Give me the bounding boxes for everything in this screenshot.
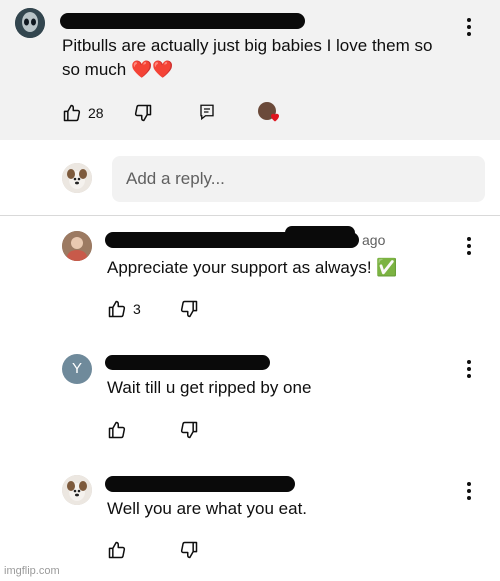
- reply-timestamp: ago: [362, 232, 386, 248]
- watermark: imgflip.com: [4, 565, 60, 577]
- like-count: 3: [133, 301, 141, 317]
- reply-text: Wait till u get ripped by one: [107, 378, 312, 397]
- reply-text: Appreciate your support as always! ✅: [107, 258, 398, 277]
- commenter-avatar-alien[interactable]: [15, 8, 45, 38]
- like-button[interactable]: 28: [62, 103, 104, 123]
- dislike-button[interactable]: [133, 103, 153, 123]
- comment-menu-button[interactable]: [466, 18, 472, 36]
- thumbs-up-icon: [108, 300, 126, 318]
- avatar-letter: Y: [71, 360, 82, 377]
- heart-icon: [271, 113, 279, 122]
- reply-avatar[interactable]: [62, 231, 92, 261]
- comment-text: Pitbulls are actually just big babies I …: [62, 36, 433, 79]
- redacted-username: [105, 476, 295, 492]
- dog-avatar-icon: [62, 475, 92, 505]
- thumbs-down-icon: [134, 104, 152, 122]
- reply-text: Well you are what you eat.: [107, 499, 308, 518]
- divider: [0, 215, 500, 216]
- reply-icon: [200, 104, 214, 121]
- thumbs-down-icon: [180, 421, 198, 439]
- thumbs-up-icon: [108, 541, 126, 559]
- like-button[interactable]: [107, 420, 127, 440]
- top-comment: Pitbulls are actually just big babies I …: [0, 0, 500, 140]
- creator-heart-badge: [258, 102, 279, 122]
- like-button[interactable]: [107, 540, 127, 560]
- reply-input[interactable]: Add a reply...: [112, 156, 485, 202]
- thumbs-up-icon: [63, 104, 81, 122]
- reply-menu-button[interactable]: [466, 237, 472, 255]
- dislike-button[interactable]: [179, 540, 199, 560]
- thumbs-up-icon: [108, 421, 126, 439]
- reply-menu-button[interactable]: [466, 482, 472, 500]
- thumbs-down-icon: [180, 300, 198, 318]
- reply-menu-button[interactable]: [466, 360, 472, 378]
- like-count: 28: [88, 105, 104, 121]
- current-user-avatar: [62, 163, 92, 193]
- thumbs-down-icon: [180, 541, 198, 559]
- profile-photo-icon: [62, 231, 92, 261]
- dislike-button[interactable]: [179, 420, 199, 440]
- reply-input-placeholder: Add a reply...: [126, 169, 225, 188]
- reply-button[interactable]: [198, 103, 216, 121]
- alien-icon: [15, 8, 45, 38]
- redacted-username: [105, 355, 270, 370]
- reply-avatar[interactable]: Y: [62, 354, 92, 384]
- reply-avatar[interactable]: [62, 475, 92, 505]
- dislike-button[interactable]: [179, 299, 199, 319]
- dog-avatar-icon: [62, 163, 92, 193]
- like-button[interactable]: 3: [107, 299, 141, 319]
- redacted-username: [285, 226, 355, 240]
- redacted-username: [60, 13, 305, 29]
